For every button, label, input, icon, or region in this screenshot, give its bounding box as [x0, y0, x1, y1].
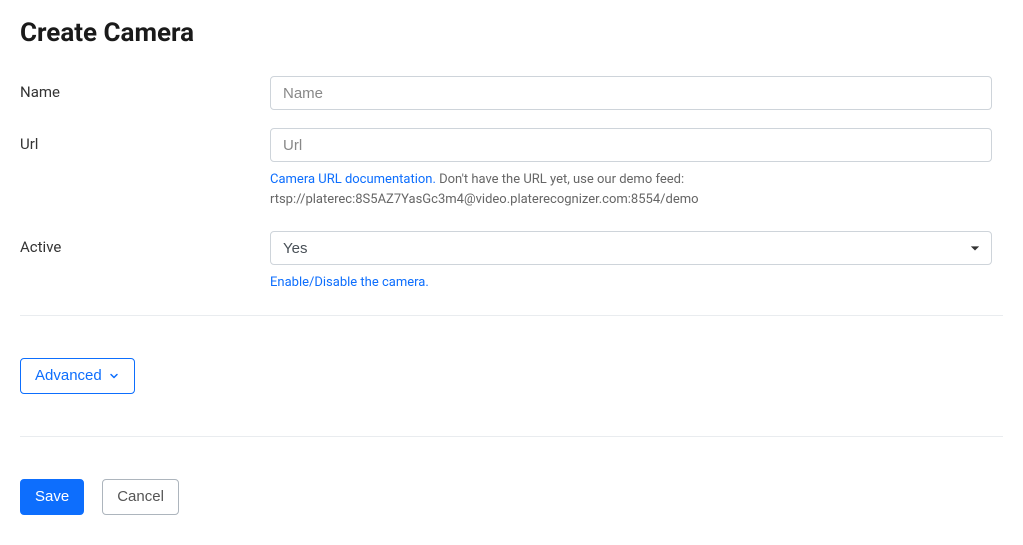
- url-label: Url: [20, 128, 270, 153]
- url-input[interactable]: [270, 128, 992, 162]
- page-title: Create Camera: [20, 18, 1003, 48]
- divider: [20, 436, 1003, 437]
- name-input[interactable]: [270, 76, 992, 110]
- advanced-button-label: Advanced: [35, 367, 102, 384]
- chevron-down-icon: [108, 370, 120, 382]
- advanced-button[interactable]: Advanced: [20, 358, 135, 394]
- divider: [20, 315, 1003, 316]
- cancel-button[interactable]: Cancel: [102, 479, 179, 515]
- name-label: Name: [20, 76, 270, 101]
- active-select[interactable]: Yes: [270, 231, 992, 265]
- camera-url-doc-link[interactable]: Camera URL documentation.: [270, 172, 436, 187]
- url-help: Camera URL documentation. Don't have the…: [270, 170, 992, 209]
- active-help-link[interactable]: Enable/Disable the camera.: [270, 275, 429, 290]
- active-label: Active: [20, 231, 270, 256]
- save-button[interactable]: Save: [20, 479, 84, 515]
